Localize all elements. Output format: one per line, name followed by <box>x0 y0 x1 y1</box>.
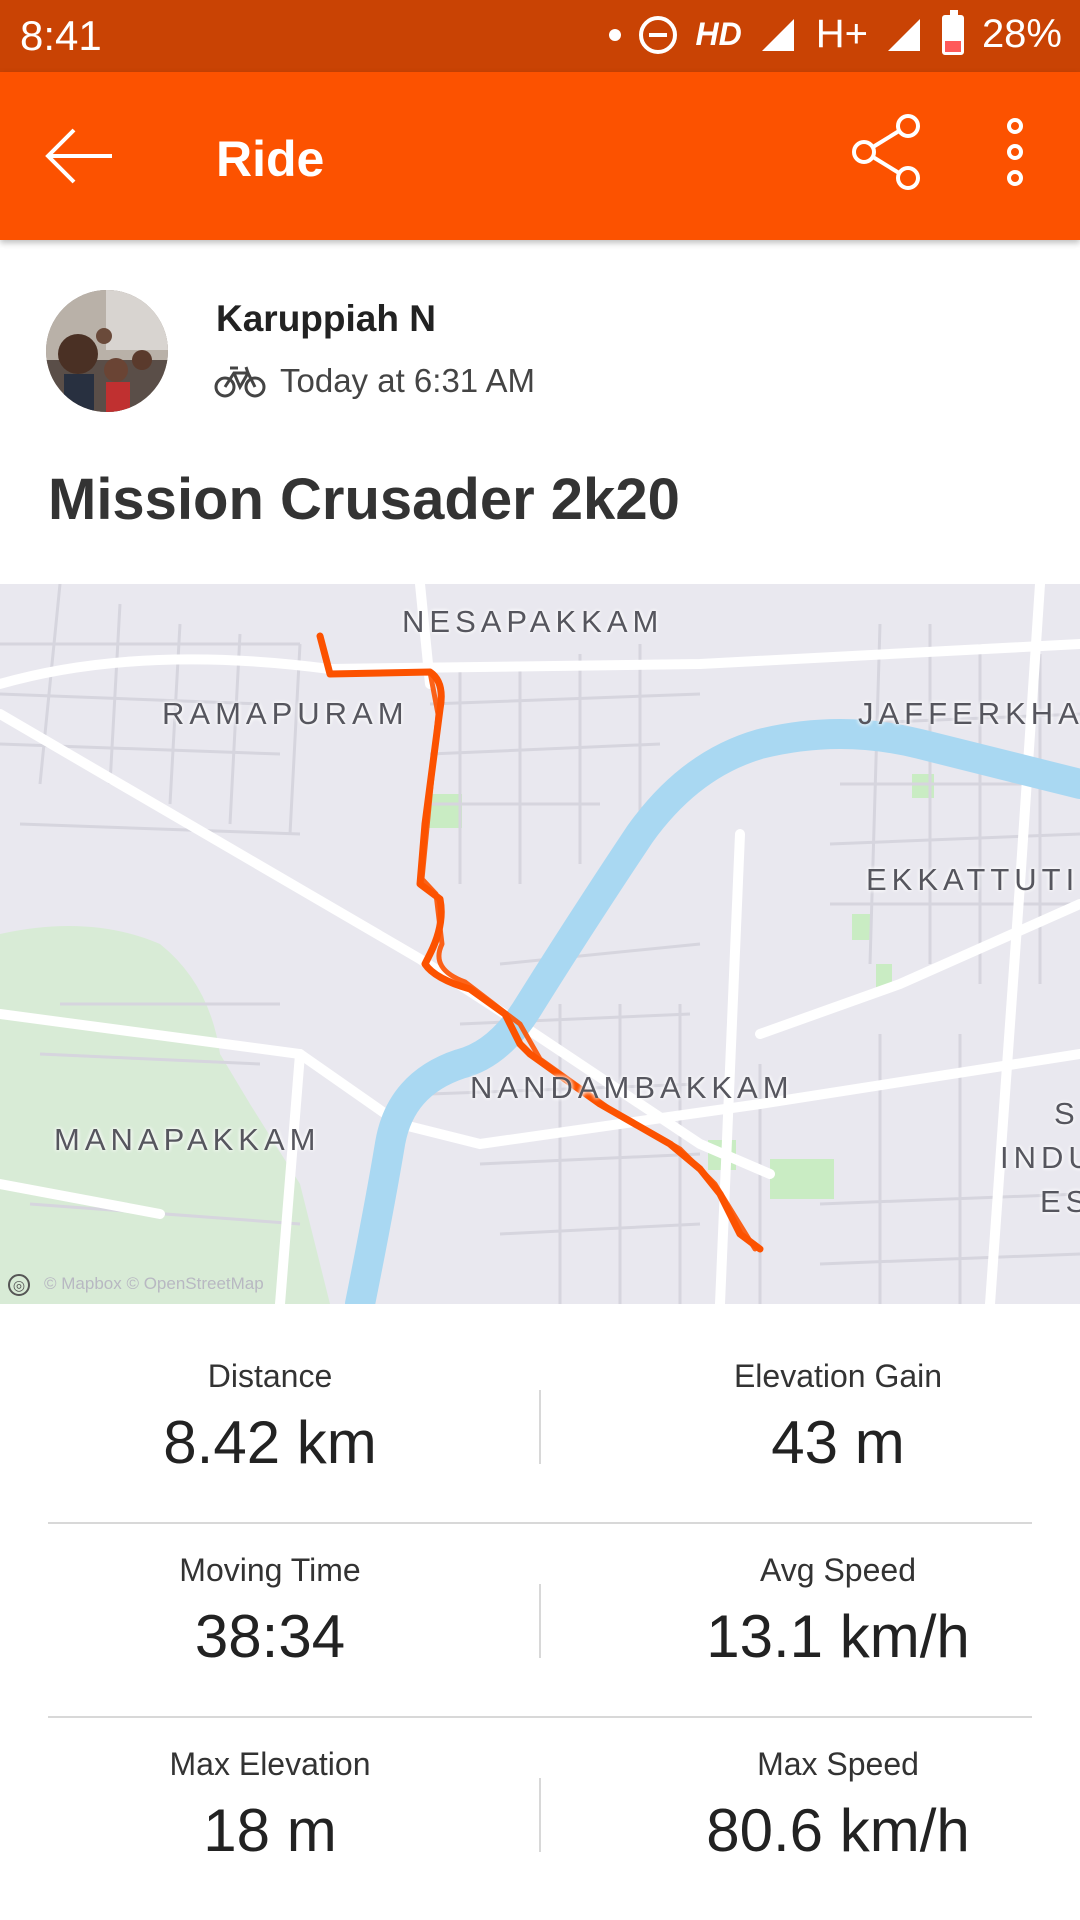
park-area <box>852 914 870 940</box>
network-type: H+ <box>815 12 868 56</box>
stat-divider <box>539 1778 541 1852</box>
activity-time: Today at 6:31 AM <box>280 362 535 399</box>
stat-max-elevation: Max Elevation 18 m <box>0 1718 540 1912</box>
park-area <box>770 1159 834 1199</box>
hd-indicator: HD <box>695 16 742 52</box>
route-map[interactable]: NESAPAKKAM RAMAPURAM JAFFERKHA EKKATTUTI… <box>0 584 1080 1304</box>
page-title: Ride <box>216 131 325 187</box>
bike-icon <box>214 366 266 398</box>
map-label-nesapakkam: NESAPAKKAM <box>402 604 664 639</box>
signal-icon <box>761 18 794 51</box>
map-attribution[interactable]: © Mapbox © OpenStreetMap <box>44 1274 264 1294</box>
stats-row: Max Elevation 18 m Max Speed 80.6 km/h <box>48 1718 1032 1912</box>
stat-divider <box>539 1584 541 1658</box>
map-label-indu: INDU <box>1000 1140 1080 1175</box>
battery-icon <box>941 9 964 55</box>
activity-title: Mission Crusader 2k20 <box>48 467 680 532</box>
activity-meta: Today at 6:31 AM <box>214 362 535 400</box>
notification-dot-icon <box>609 28 622 41</box>
stat-divider <box>539 1390 541 1464</box>
stat-value: 8.42 km <box>163 1409 377 1476</box>
stat-max-speed: Max Speed 80.6 km/h <box>568 1718 1080 1912</box>
stat-elevation-gain: Elevation Gain 43 m <box>568 1330 1080 1524</box>
more-vertical-icon[interactable] <box>990 112 1040 192</box>
stat-label: Moving Time <box>179 1552 361 1588</box>
mapbox-logo-icon[interactable]: ◎ <box>8 1274 30 1296</box>
do-not-disturb-icon <box>639 15 678 54</box>
stat-value: 43 m <box>771 1409 905 1476</box>
avatar[interactable] <box>46 290 168 412</box>
map-label-ramapuram: RAMAPURAM <box>162 696 409 731</box>
app-bar: Ride <box>0 72 1080 240</box>
signal-icon-2 <box>887 18 920 51</box>
status-time: 8:41 <box>20 12 102 59</box>
stat-avg-speed: Avg Speed 13.1 km/h <box>568 1524 1080 1718</box>
stat-distance: Distance 8.42 km <box>0 1330 540 1524</box>
stat-value: 80.6 km/h <box>706 1797 970 1864</box>
stats-row: Distance 8.42 km Elevation Gain 43 m <box>48 1330 1032 1524</box>
stat-label: Avg Speed <box>760 1552 916 1588</box>
stat-value: 18 m <box>203 1797 337 1864</box>
stat-label: Elevation Gain <box>733 1358 943 1394</box>
map-label-jafferkha: JAFFERKHA <box>858 696 1080 731</box>
map-label-s: S <box>1054 1096 1080 1131</box>
map-label-manapakkam: MANAPAKKAM <box>54 1122 321 1157</box>
stat-moving-time: Moving Time 38:34 <box>0 1524 540 1718</box>
stat-label: Max Speed <box>757 1746 919 1782</box>
stat-value: 38:34 <box>194 1603 346 1670</box>
battery-percent: 28% <box>981 12 1062 56</box>
athlete-name[interactable]: Karuppiah N <box>216 298 436 340</box>
status-bar: 8:41 HD H+ 28% <box>0 0 1080 72</box>
stat-label: Distance <box>207 1358 333 1394</box>
stat-value: 13.1 km/h <box>706 1603 970 1670</box>
stats-row: Moving Time 38:34 Avg Speed 13.1 km/h <box>48 1524 1032 1718</box>
share-icon[interactable] <box>850 112 930 192</box>
map-canvas <box>0 584 1080 1304</box>
park-area <box>428 794 462 828</box>
map-label-ekkattut: EKKATTUTI <box>866 862 1080 897</box>
stats-grid: Distance 8.42 km Elevation Gain 43 m Mov… <box>48 1330 1032 1912</box>
map-label-nandambakkam: NANDAMBAKKAM <box>470 1070 794 1105</box>
status-icons: HD H+ 28% <box>609 9 1062 57</box>
map-label-es: ES <box>1040 1184 1080 1219</box>
stat-label: Max Elevation <box>169 1746 371 1782</box>
arrow-left-icon[interactable] <box>40 116 120 196</box>
